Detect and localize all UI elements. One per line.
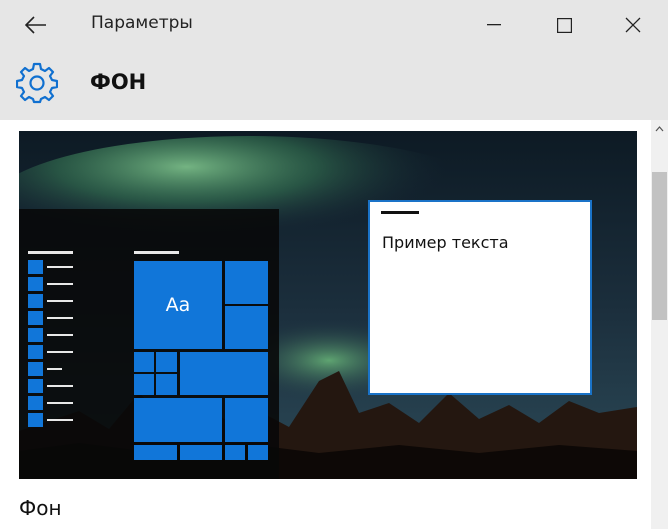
app-list-icon <box>28 379 43 393</box>
scroll-up-button[interactable] <box>651 120 668 138</box>
background-preview: Aa Пример текста <box>19 131 637 479</box>
app-list-icon <box>28 413 43 427</box>
app-list-icon <box>28 345 43 359</box>
window-title: Параметры <box>91 13 193 33</box>
app-list-line <box>47 266 73 268</box>
tile <box>225 306 268 349</box>
sample-window-bar <box>381 211 419 214</box>
app-list-line <box>47 283 73 285</box>
title-bar: Параметры <box>0 0 668 50</box>
tile <box>134 352 154 372</box>
wide-tile <box>134 398 222 442</box>
tile <box>156 374 177 395</box>
tile <box>134 374 154 395</box>
app-list-line <box>47 300 73 302</box>
close-button[interactable] <box>608 0 658 50</box>
scroll-thumb[interactable] <box>652 172 667 320</box>
tile <box>225 445 245 460</box>
tile <box>225 261 268 304</box>
minimize-icon <box>487 24 501 26</box>
start-menu-preview: Aa <box>19 209 279 479</box>
app-list-icon <box>28 277 43 291</box>
app-list-line <box>47 368 62 370</box>
start-menu-header-line <box>28 251 73 254</box>
tiles-header-line <box>134 251 179 254</box>
gear-icon <box>16 62 58 104</box>
page-title: ФОН <box>90 70 147 94</box>
maximize-button[interactable] <box>539 0 589 50</box>
close-icon <box>625 17 641 33</box>
tile <box>156 352 177 372</box>
app-list-icon <box>28 396 43 410</box>
app-list-icon <box>28 311 43 325</box>
minimize-button[interactable] <box>469 0 519 50</box>
app-list-icon <box>28 362 43 376</box>
background-section-label: Фон <box>19 496 62 520</box>
wide-tile <box>180 352 268 395</box>
tile <box>134 445 177 460</box>
app-list-line <box>47 385 73 387</box>
tile <box>225 398 268 442</box>
maximize-icon <box>556 17 572 33</box>
app-list-line <box>47 402 73 404</box>
app-list-icon <box>28 328 43 342</box>
back-arrow-icon <box>25 16 46 34</box>
app-list-line <box>47 334 73 336</box>
back-button[interactable] <box>18 10 54 40</box>
chevron-up-icon <box>655 126 664 132</box>
sample-text: Пример текста <box>382 233 509 252</box>
tile-label: Aa <box>165 294 191 316</box>
tile <box>180 445 222 460</box>
tile <box>248 445 268 460</box>
app-list-icon <box>28 260 43 274</box>
app-list-line <box>47 419 73 421</box>
sample-window-preview: Пример текста <box>368 200 592 395</box>
large-tile: Aa <box>134 261 222 349</box>
app-list-icon <box>28 294 43 308</box>
app-list-line <box>47 351 73 353</box>
vertical-scrollbar[interactable] <box>651 120 668 529</box>
app-list-line <box>47 317 73 319</box>
